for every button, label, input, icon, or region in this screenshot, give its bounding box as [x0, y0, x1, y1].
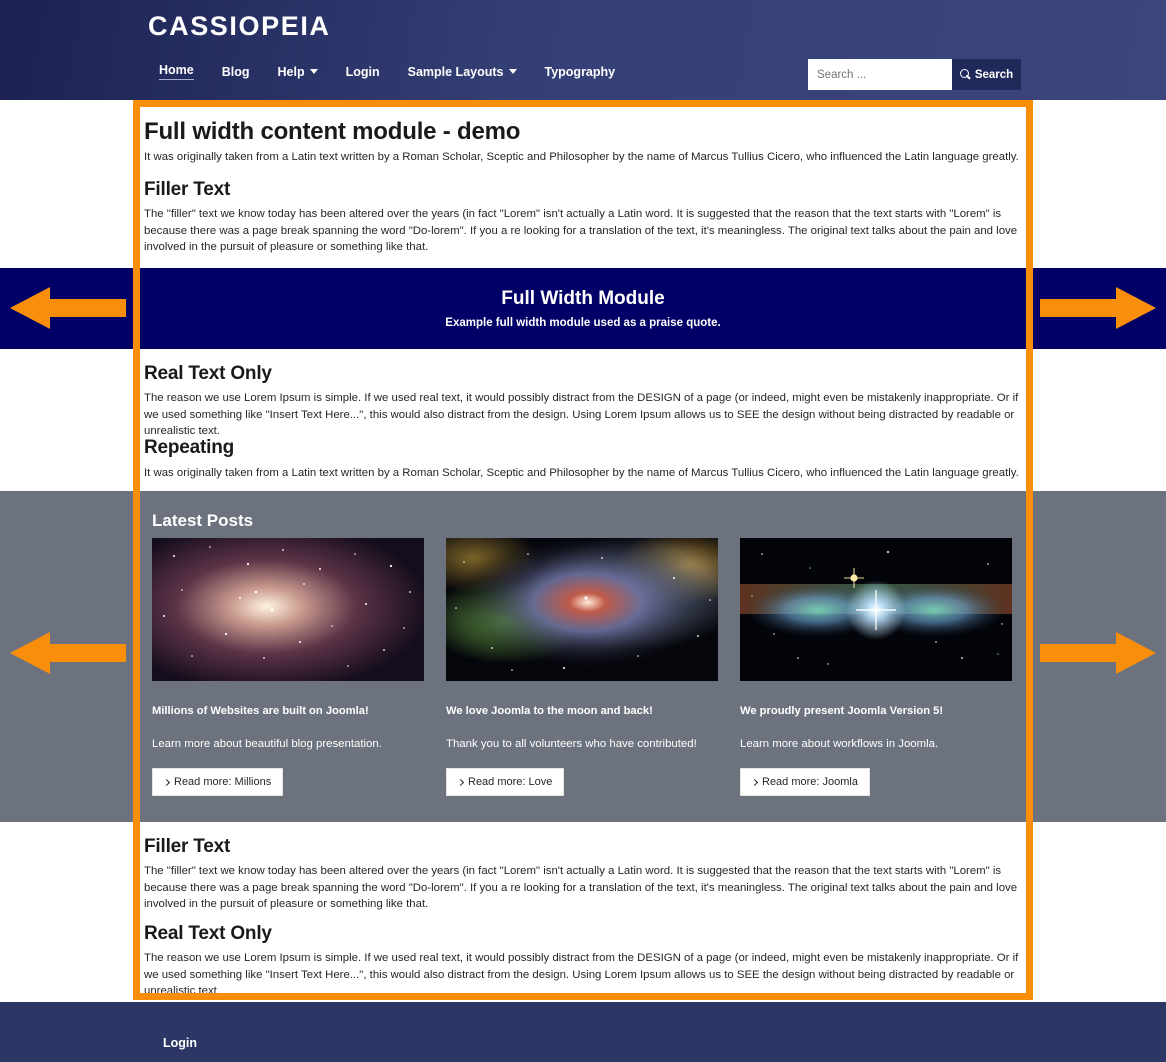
- read-more-button[interactable]: Read more: Love: [446, 768, 565, 796]
- nav-item-blog[interactable]: Blog: [222, 65, 250, 79]
- chevron-right-icon: [456, 778, 465, 786]
- latest-posts-module: Latest Posts Millions of Websites are bu…: [133, 491, 1033, 822]
- chevron-down-icon: [309, 69, 318, 74]
- post-thumbnail-nebula-pink[interactable]: [152, 538, 424, 681]
- post-thumbnail-butterfly-nebula[interactable]: [740, 538, 1012, 681]
- real-text-only-paragraph: The reason we use Lorem Ipsum is simple.…: [144, 392, 1019, 438]
- read-more-button-label: Read more: Love: [468, 776, 553, 788]
- nav-item-login-label: Login: [345, 64, 380, 79]
- filler-text-paragraph-2: The "filler" text we know today has been…: [144, 865, 1018, 911]
- latest-posts-card-list: Millions of Websites are built on Joomla…: [152, 538, 1014, 796]
- site-header: CASSIOPEIA Home Blog Help Login Sample L…: [0, 0, 1166, 100]
- nav-item-home[interactable]: Home: [159, 63, 194, 80]
- post-card-title[interactable]: Millions of Websites are built on Joomla…: [152, 704, 424, 718]
- nav-item-typography-label: Typography: [544, 64, 616, 79]
- footer-band: [0, 1002, 1166, 1062]
- chevron-right-icon: [750, 778, 759, 786]
- read-more-button-label: Read more: Joomla: [762, 776, 858, 788]
- nav-item-login[interactable]: Login: [346, 65, 380, 79]
- real-text-only-paragraph-2: The reason we use Lorem Ipsum is simple.…: [144, 952, 1019, 998]
- arrow-left-upper-icon: [10, 287, 126, 329]
- search-icon: [959, 69, 971, 80]
- post-card-title[interactable]: We proudly present Joomla Version 5!: [740, 704, 1012, 718]
- nav-item-sample-layouts[interactable]: Sample Layouts: [408, 65, 517, 79]
- main-content-column: Full width content module - demo It was …: [133, 100, 1033, 1000]
- read-more-button-label: Read more: Millions: [174, 776, 272, 788]
- real-text-only-heading-2: Real Text Only: [144, 923, 272, 944]
- search-form: Search: [808, 59, 1021, 90]
- post-card: We love Joomla to the moon and back! Tha…: [446, 538, 718, 796]
- main-navigation: Home Blog Help Login Sample Layouts Typo…: [159, 63, 643, 80]
- full-width-module: Full Width Module Example full width mod…: [133, 268, 1033, 349]
- post-card-description: Learn more about workflows in Joomla.: [740, 738, 939, 750]
- real-text-only-heading: Real Text Only: [144, 363, 272, 384]
- read-more-button[interactable]: Read more: Joomla: [740, 768, 870, 796]
- search-button-label: Search: [974, 68, 1014, 81]
- intro-paragraph: It was originally taken from a Latin tex…: [144, 151, 1019, 163]
- page-title: Full width content module - demo: [144, 118, 521, 145]
- search-button[interactable]: Search: [952, 59, 1021, 90]
- filler-text-heading-2: Filler Text: [144, 836, 231, 857]
- full-width-module-subtitle: Example full width module used as a prai…: [445, 317, 721, 329]
- read-more-button[interactable]: Read more: Millions: [152, 768, 284, 796]
- post-card-description: Thank you to all volunteers who have con…: [446, 738, 697, 750]
- post-card-title[interactable]: We love Joomla to the moon and back!: [446, 704, 718, 718]
- search-input[interactable]: [808, 59, 952, 90]
- post-card: We proudly present Joomla Version 5! Lea…: [740, 538, 1012, 796]
- arrow-right-lower-icon: [1040, 632, 1156, 674]
- post-thumbnail-nebula-green-blue[interactable]: [446, 538, 718, 681]
- full-width-module-title: Full Width Module: [501, 288, 665, 309]
- arrow-left-lower-icon: [10, 632, 126, 674]
- nav-item-help[interactable]: Help: [278, 65, 318, 79]
- repeating-heading: Repeating: [144, 437, 235, 458]
- footer-login-link[interactable]: Login: [163, 1036, 197, 1050]
- chevron-down-icon: [508, 69, 517, 74]
- nav-item-sample-layouts-label: Sample Layouts: [407, 64, 504, 79]
- nav-item-home-label: Home: [159, 63, 194, 77]
- post-card-description: Learn more about beautiful blog presenta…: [152, 738, 382, 750]
- filler-text-paragraph: The "filler" text we know today has been…: [144, 208, 1018, 254]
- nav-item-blog-label: Blog: [221, 64, 250, 79]
- filler-text-heading: Filler Text: [144, 179, 231, 200]
- latest-posts-title: Latest Posts: [152, 511, 254, 530]
- arrow-right-upper-icon: [1040, 287, 1156, 329]
- chevron-right-icon: [162, 778, 171, 786]
- site-logo[interactable]: CASSIOPEIA: [148, 11, 331, 42]
- post-card: Millions of Websites are built on Joomla…: [152, 538, 424, 796]
- nav-item-typography[interactable]: Typography: [545, 65, 616, 79]
- repeating-paragraph: It was originally taken from a Latin tex…: [144, 467, 1019, 479]
- nav-item-help-label: Help: [277, 64, 305, 79]
